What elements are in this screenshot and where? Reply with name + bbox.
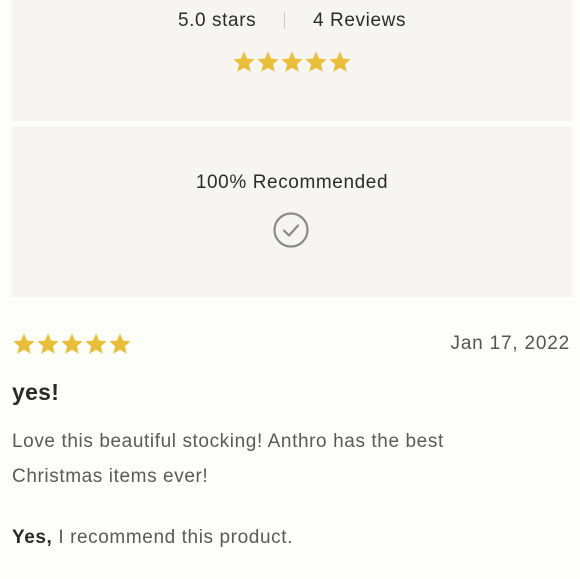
star-icon bbox=[305, 51, 327, 72]
star-icon bbox=[61, 333, 83, 354]
rating-summary-line: 5.0 stars 4 Reviews bbox=[12, 10, 572, 32]
star-icon bbox=[13, 333, 35, 354]
review-recommendation: Yes, I recommend this product. bbox=[12, 527, 293, 549]
average-rating-text: 5.0 stars bbox=[177, 10, 257, 31]
recommended-percentage-text: 100% Recommended bbox=[195, 172, 389, 193]
star-icon bbox=[329, 51, 351, 72]
summary-star-rating bbox=[12, 50, 572, 74]
review-date: Jan 17, 2022 bbox=[450, 333, 570, 354]
star-icon bbox=[37, 333, 59, 354]
review-star-rating bbox=[12, 332, 132, 356]
star-icon bbox=[233, 51, 255, 72]
recommend-yes-label: Yes, bbox=[12, 527, 53, 548]
star-icon bbox=[257, 51, 279, 72]
recommend-statement: I recommend this product. bbox=[52, 527, 293, 548]
checkmark-circle-icon bbox=[273, 212, 309, 248]
rating-summary-panel: 5.0 stars 4 Reviews bbox=[12, 0, 572, 121]
summary-divider bbox=[284, 12, 286, 29]
review-body: Love this beautiful stocking! Anthro has… bbox=[12, 431, 444, 487]
star-icon bbox=[85, 333, 107, 354]
review-count-text: 4 Reviews bbox=[313, 10, 407, 31]
star-icon bbox=[281, 51, 303, 72]
review-title: yes! bbox=[12, 379, 60, 405]
star-icon bbox=[109, 333, 131, 354]
recommendation-panel: 100% Recommended bbox=[12, 126, 572, 297]
